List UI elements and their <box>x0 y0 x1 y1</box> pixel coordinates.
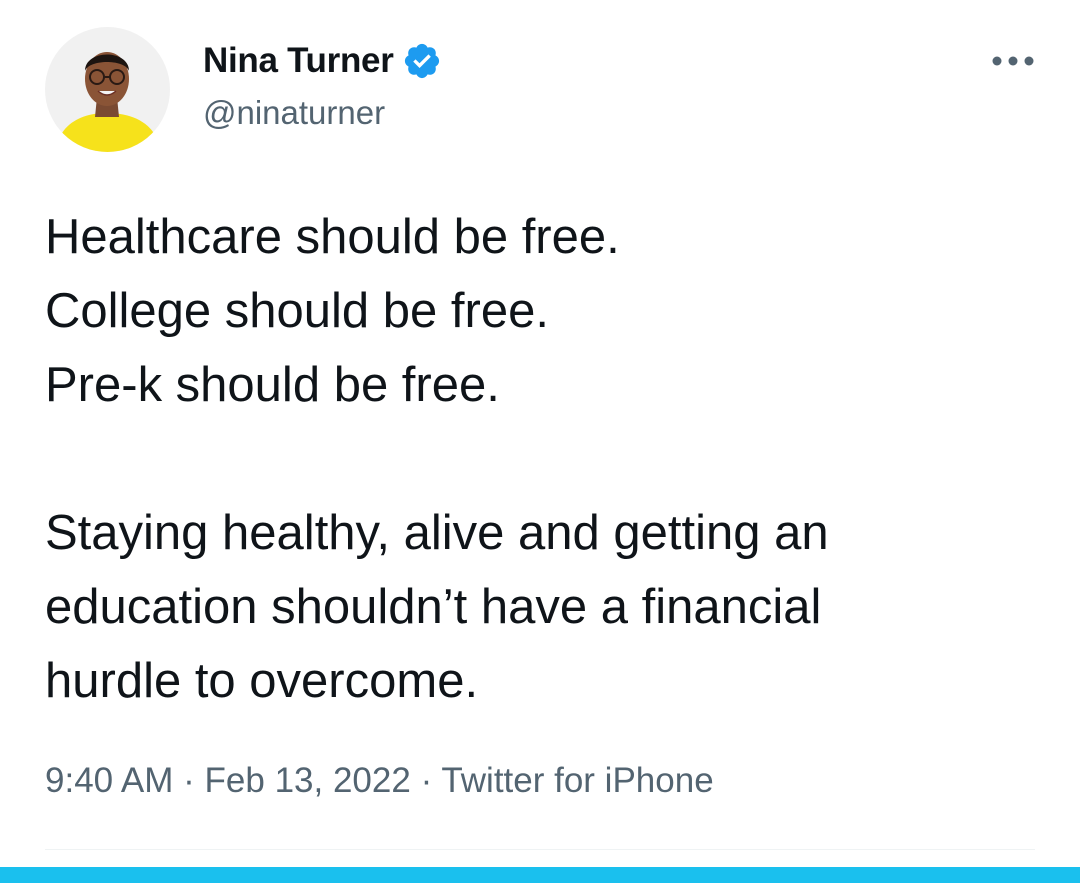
divider <box>45 849 1035 850</box>
tweet-line: education shouldn’t have a financial <box>45 580 822 634</box>
tweet-line: Pre-k should be free. <box>45 358 500 412</box>
tweet-time[interactable]: 9:40 AM <box>45 761 173 800</box>
tweet-line: Healthcare should be free. <box>45 210 620 264</box>
meta-separator: · <box>183 761 195 800</box>
tweet-line: College should be free. <box>45 284 549 338</box>
tweet-line: hurdle to overcome. <box>45 654 479 708</box>
more-options-button[interactable] <box>983 44 1043 78</box>
tweet-source[interactable]: Twitter for iPhone <box>441 761 713 800</box>
tweet-text: Healthcare should be free. College shoul… <box>45 200 1045 718</box>
avatar[interactable] <box>45 27 170 152</box>
accent-bar <box>0 867 1080 883</box>
author-name-row: Nina Turner <box>203 40 442 82</box>
avatar-image <box>45 27 170 152</box>
tweet-line: Staying healthy, alive and getting an <box>45 506 829 560</box>
tweet-date[interactable]: Feb 13, 2022 <box>205 761 411 800</box>
author-handle[interactable]: @ninaturner <box>203 92 385 134</box>
author-display-name[interactable]: Nina Turner <box>203 40 394 82</box>
verified-badge-icon <box>402 41 442 81</box>
tweet-meta: 9:40 AM · Feb 13, 2022 · Twitter for iPh… <box>45 758 714 804</box>
more-dots-icon <box>992 56 1034 66</box>
meta-separator: · <box>420 761 433 800</box>
